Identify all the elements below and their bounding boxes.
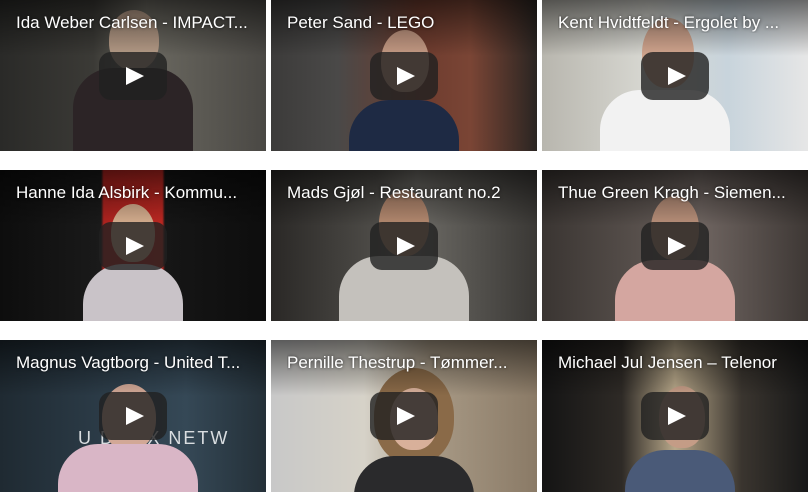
play-icon[interactable] (641, 392, 709, 440)
video-title[interactable]: Kent Hvidtfeldt - Ergolet by ... (558, 13, 796, 33)
video-title[interactable]: Hanne Ida Alsbirk - Kommu... (16, 183, 254, 203)
video-tile[interactable]: Peter Sand - LEGO (271, 0, 537, 151)
video-title[interactable]: Magnus Vagtborg - United T... (16, 353, 254, 373)
play-icon[interactable] (99, 392, 167, 440)
video-tile[interactable]: Michael Jul Jensen – Telenor (542, 340, 808, 492)
video-tile[interactable]: U D TAX NETW Magnus Vagtborg - United T.… (0, 340, 266, 492)
play-icon[interactable] (99, 51, 167, 100)
video-tile[interactable]: Ida Weber Carlsen - IMPACT... (0, 0, 266, 151)
video-tile[interactable]: Hanne Ida Alsbirk - Kommu... (0, 170, 266, 321)
video-title[interactable]: Mads Gjøl - Restaurant no.2 (287, 183, 525, 203)
video-tile[interactable]: Kent Hvidtfeldt - Ergolet by ... (542, 0, 808, 151)
video-title[interactable]: Thue Green Kragh - Siemen... (558, 183, 796, 203)
play-icon[interactable] (370, 221, 438, 270)
video-tile[interactable]: Mads Gjøl - Restaurant no.2 (271, 170, 537, 321)
play-icon[interactable] (99, 221, 167, 270)
play-icon[interactable] (641, 221, 709, 270)
play-icon[interactable] (370, 392, 438, 440)
video-tile[interactable]: Pernille Thestrup - Tømmer... (271, 340, 537, 492)
video-title[interactable]: Pernille Thestrup - Tømmer... (287, 353, 525, 373)
video-title[interactable]: Ida Weber Carlsen - IMPACT... (16, 13, 254, 33)
video-title[interactable]: Peter Sand - LEGO (287, 13, 525, 33)
video-tile[interactable]: Thue Green Kragh - Siemen... (542, 170, 808, 321)
video-grid: Ida Weber Carlsen - IMPACT... Peter Sand… (0, 0, 808, 492)
play-icon[interactable] (370, 51, 438, 100)
video-title[interactable]: Michael Jul Jensen – Telenor (558, 353, 796, 373)
play-icon[interactable] (641, 51, 709, 100)
